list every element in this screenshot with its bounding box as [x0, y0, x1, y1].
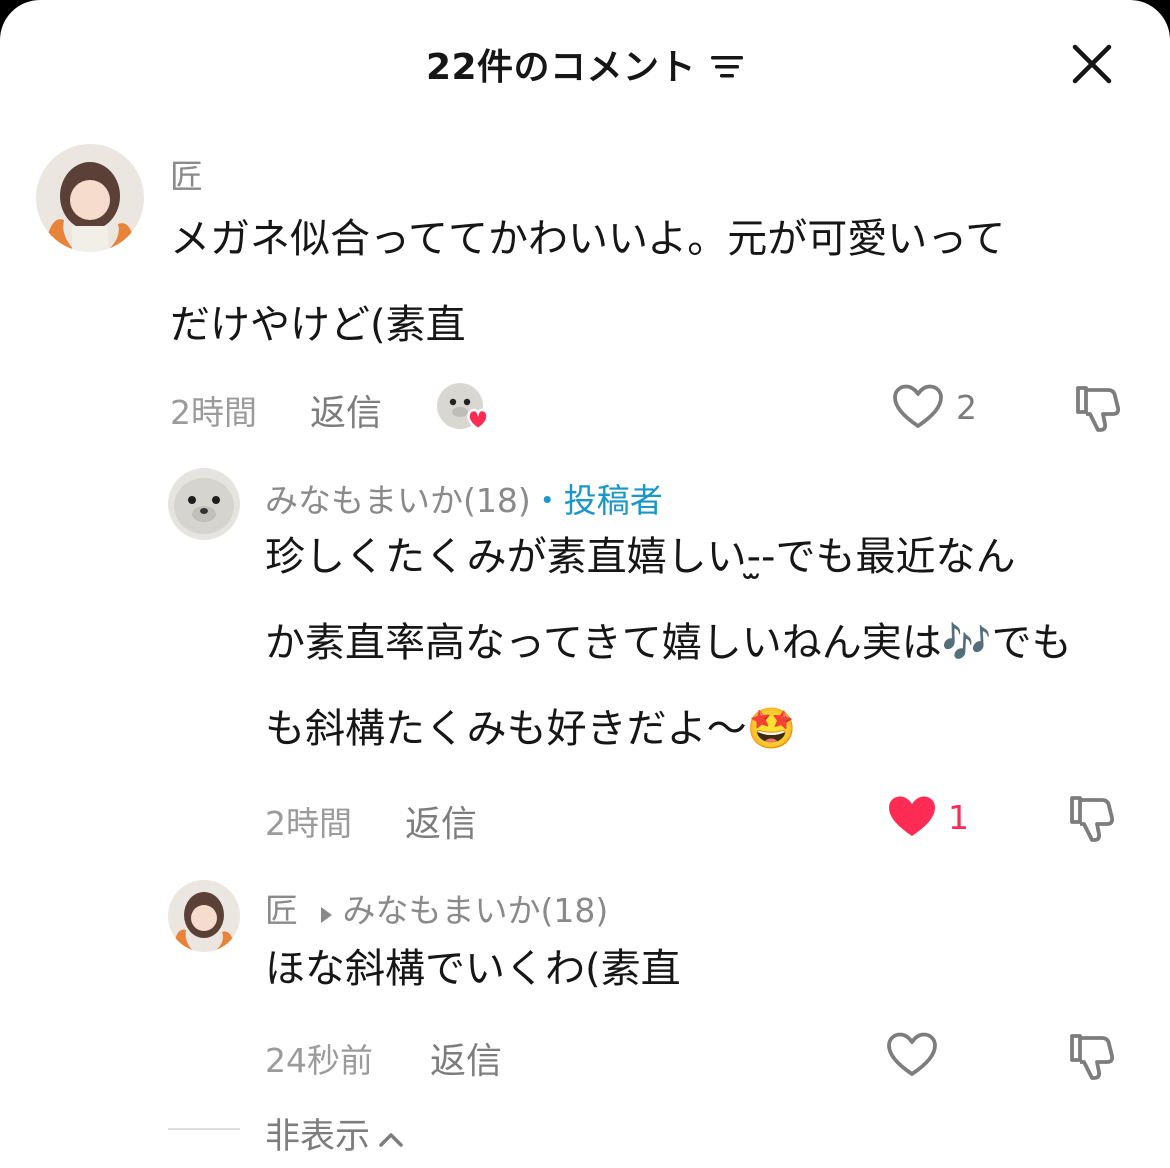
- reply-button[interactable]: 返信: [310, 384, 382, 436]
- reply-button[interactable]: 返信: [405, 795, 477, 847]
- comment-time: 2時間: [170, 393, 257, 432]
- like-count: 2: [956, 388, 977, 427]
- comment-username[interactable]: 匠: [170, 150, 203, 198]
- chevron-up-icon: [378, 1118, 404, 1158]
- avatar[interactable]: [168, 880, 240, 952]
- dislike-icon[interactable]: [1072, 382, 1124, 438]
- comment-text: メガネ似合っててかわいいよ。元が可愛いって だけやけど(素直: [170, 216, 1006, 348]
- comments-header: 22件のコメント: [0, 38, 1170, 90]
- dislike-icon[interactable]: [1066, 792, 1118, 848]
- divider: [168, 1128, 240, 1130]
- dislike-icon[interactable]: [1066, 1030, 1118, 1086]
- like-heart-icon[interactable]: [892, 384, 944, 434]
- reply-text: ほな斜構でいくわ(素直: [265, 946, 681, 992]
- like-count: 1: [948, 798, 969, 837]
- reply-username: 匠 みなもまいか(18): [265, 891, 609, 930]
- reply-text: 珍しくたくみが素直嬉しい-̫-でも最近なん か素直率高なってきて嬉しいねん実は🎶…: [265, 534, 1072, 752]
- close-button[interactable]: [1068, 40, 1116, 88]
- avatar[interactable]: [36, 144, 144, 252]
- reply-time: 24秒前: [265, 1041, 373, 1080]
- comment-count-title: 22件のコメント: [425, 47, 697, 88]
- hide-replies-button[interactable]: 非表示: [265, 1108, 404, 1159]
- creator-liked-badge: [436, 382, 494, 438]
- comments-sheet: 22件のコメント 匠 メガネ似合っててかわいいよ。元が可愛いって だけやけど(素…: [0, 0, 1170, 1168]
- reply-time: 2時間: [265, 804, 352, 843]
- close-icon: [1072, 44, 1112, 84]
- reply-button[interactable]: 返信: [430, 1032, 502, 1084]
- like-heart-icon[interactable]: [886, 1032, 938, 1082]
- liked-heart-icon[interactable]: [886, 794, 938, 844]
- avatar[interactable]: [168, 468, 240, 540]
- sort-icon[interactable]: [710, 49, 744, 90]
